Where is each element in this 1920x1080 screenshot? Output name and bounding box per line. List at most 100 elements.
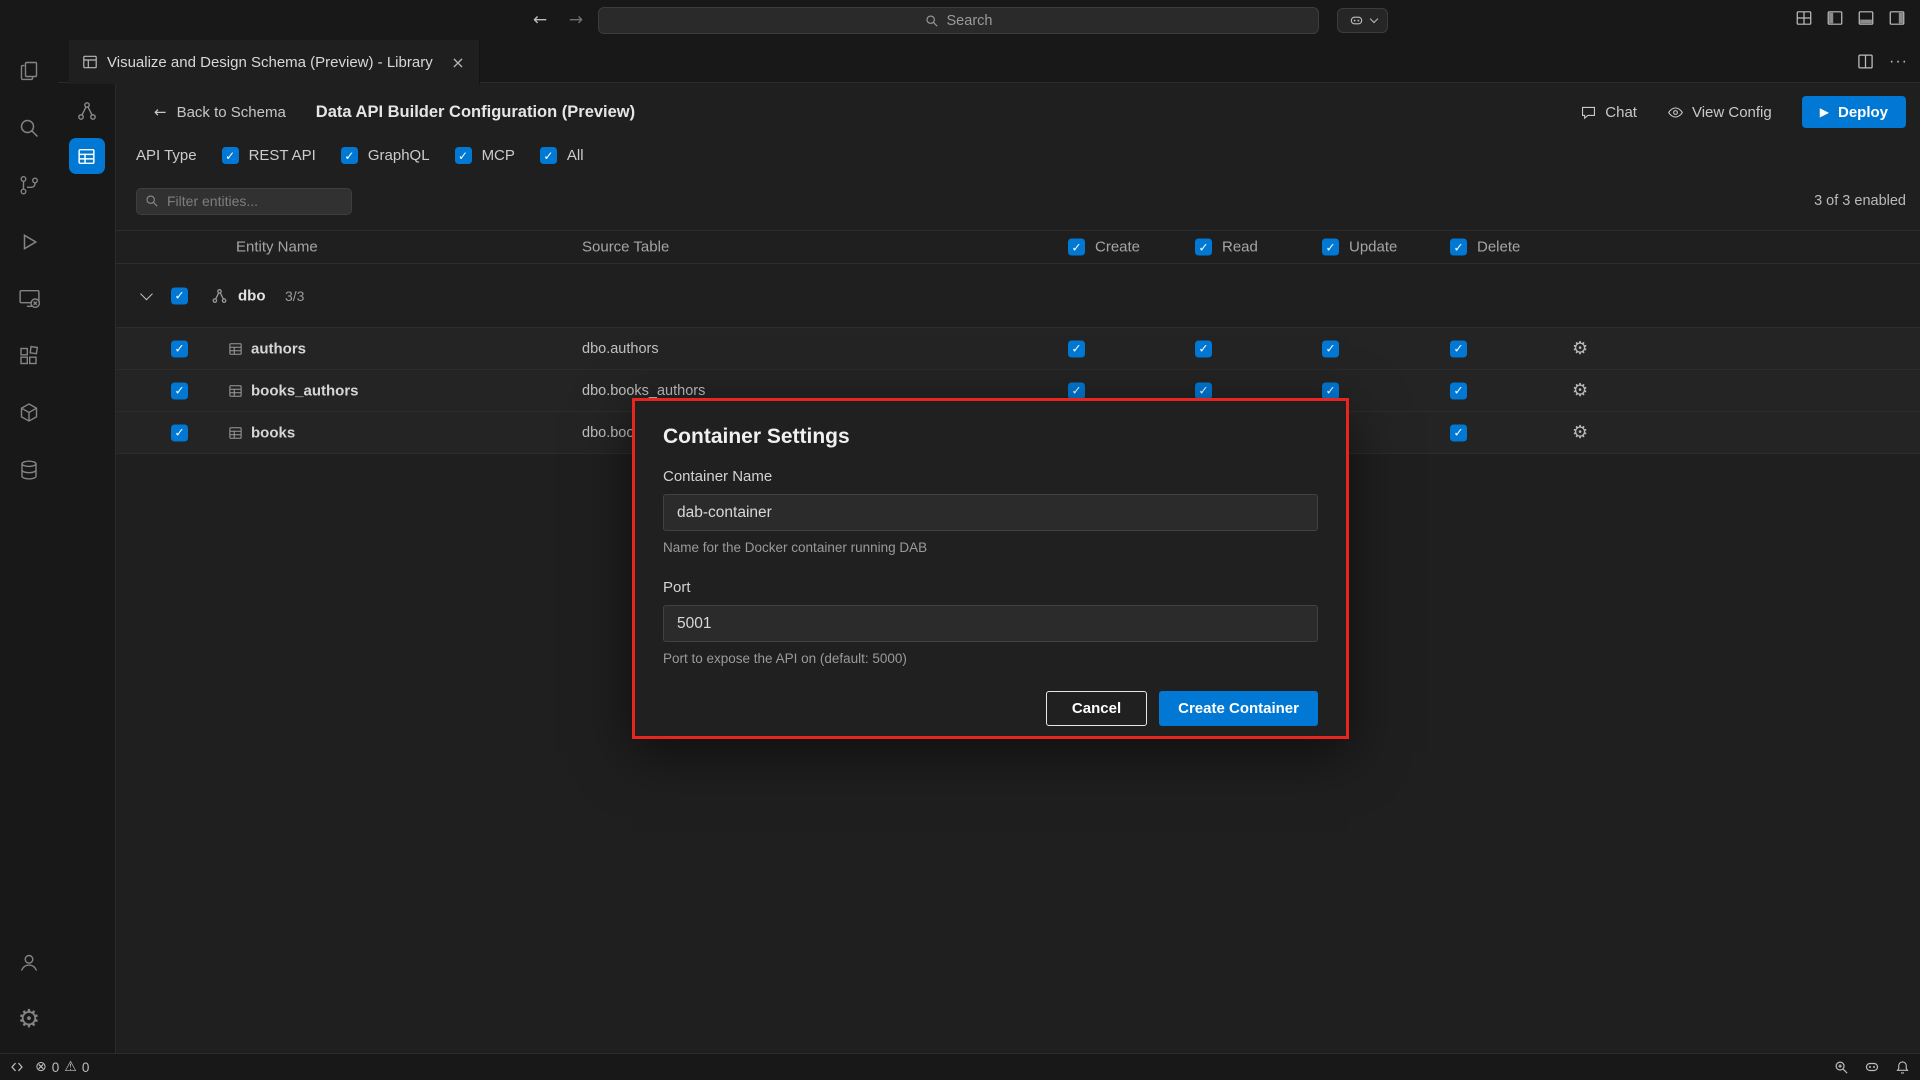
toggle-sidebar-right-icon[interactable] bbox=[1888, 9, 1906, 27]
update-checkbox[interactable] bbox=[1322, 340, 1339, 357]
remote-indicator[interactable] bbox=[10, 1060, 24, 1074]
delete-header-label: Delete bbox=[1477, 239, 1520, 256]
command-center-search[interactable]: Search bbox=[598, 7, 1319, 34]
graphql-checkbox[interactable] bbox=[341, 147, 358, 164]
search-icon bbox=[925, 14, 939, 28]
view-config-button[interactable]: View Config bbox=[1667, 104, 1772, 121]
read-checkbox[interactable] bbox=[1195, 382, 1212, 399]
container-settings-dialog: Container Settings Container Name Name f… bbox=[632, 398, 1349, 739]
row-settings-gear-icon[interactable]: ⚙ bbox=[1572, 340, 1588, 358]
chat-label: Chat bbox=[1605, 104, 1637, 121]
group-checkbox[interactable] bbox=[171, 287, 188, 304]
group-name: dbo bbox=[238, 287, 266, 304]
source-control-icon[interactable] bbox=[0, 156, 58, 213]
explorer-icon[interactable] bbox=[0, 42, 58, 99]
filter-row: 3 of 3 enabled bbox=[136, 187, 1906, 215]
toggle-panel-icon[interactable] bbox=[1857, 9, 1875, 27]
create-checkbox[interactable] bbox=[1068, 382, 1085, 399]
extensions-icon[interactable] bbox=[0, 327, 58, 384]
deploy-button[interactable]: ▶ Deploy bbox=[1802, 96, 1906, 128]
dab-config-view-icon[interactable] bbox=[69, 138, 105, 174]
table-row-authors: authors dbo.authors ⚙ bbox=[116, 328, 1920, 370]
row-checkbox[interactable] bbox=[171, 340, 188, 357]
eye-icon bbox=[1667, 104, 1684, 121]
cancel-button[interactable]: Cancel bbox=[1046, 691, 1147, 726]
error-icon: ⊗ bbox=[35, 1060, 47, 1074]
mcp-checkbox[interactable] bbox=[455, 147, 472, 164]
copilot-status-icon[interactable] bbox=[1864, 1059, 1880, 1075]
source-table: dbo.authors bbox=[582, 341, 659, 357]
tab-title: Visualize and Design Schema (Preview) - … bbox=[107, 54, 433, 71]
more-actions-icon[interactable]: ··· bbox=[1889, 53, 1908, 71]
delete-all-checkbox[interactable] bbox=[1450, 239, 1467, 256]
create-checkbox[interactable] bbox=[1068, 340, 1085, 357]
row-settings-gear-icon[interactable]: ⚙ bbox=[1572, 424, 1588, 442]
extension-side-rail bbox=[58, 83, 116, 1053]
checkbox-mcp[interactable]: MCP bbox=[455, 147, 515, 164]
table-icon bbox=[228, 425, 243, 440]
remote-explorer-icon[interactable] bbox=[0, 270, 58, 327]
entity-name: books_authors bbox=[251, 382, 359, 399]
copilot-menu-button[interactable] bbox=[1337, 8, 1388, 33]
row-checkbox[interactable] bbox=[171, 424, 188, 441]
table-icon bbox=[228, 383, 243, 398]
database-projects-icon[interactable] bbox=[0, 441, 58, 498]
row-settings-gear-icon[interactable]: ⚙ bbox=[1572, 382, 1588, 400]
checkbox-graphql[interactable]: GraphQL bbox=[341, 147, 430, 164]
view-config-label: View Config bbox=[1692, 104, 1772, 121]
create-all-checkbox[interactable] bbox=[1068, 239, 1085, 256]
collapse-chevron-icon[interactable] bbox=[140, 287, 153, 300]
read-checkbox[interactable] bbox=[1195, 340, 1212, 357]
zoom-icon[interactable] bbox=[1834, 1060, 1849, 1075]
entity-name: authors bbox=[251, 340, 306, 357]
rest-api-checkbox[interactable] bbox=[222, 147, 239, 164]
checkbox-rest-api[interactable]: REST API bbox=[222, 147, 316, 164]
table-header: Entity Name Source Table Create Read Upd… bbox=[116, 230, 1920, 264]
update-header: Update bbox=[1322, 239, 1397, 256]
toggle-sidebar-left-icon[interactable] bbox=[1826, 9, 1844, 27]
checkbox-all[interactable]: All bbox=[540, 147, 584, 164]
layout-controls bbox=[1795, 9, 1906, 27]
back-to-schema-link[interactable]: ← Back to Schema bbox=[154, 103, 286, 121]
row-checkbox[interactable] bbox=[171, 382, 188, 399]
notifications-bell-icon[interactable] bbox=[1895, 1060, 1910, 1075]
read-header-label: Read bbox=[1222, 239, 1258, 256]
tab-visualize-design-schema[interactable]: Visualize and Design Schema (Preview) - … bbox=[69, 40, 480, 84]
update-checkbox[interactable] bbox=[1322, 382, 1339, 399]
customize-layout-icon[interactable] bbox=[1795, 9, 1813, 27]
problems-indicator[interactable]: ⊗ 0 ⚠ 0 bbox=[35, 1060, 89, 1075]
nav-back-button[interactable]: ← bbox=[527, 7, 553, 33]
filter-entities-input[interactable] bbox=[136, 188, 352, 215]
page-header: ← Back to Schema Data API Builder Config… bbox=[154, 95, 1906, 129]
tab-close-icon[interactable]: × bbox=[447, 51, 469, 73]
play-icon: ▶ bbox=[1820, 105, 1829, 119]
delete-checkbox[interactable] bbox=[1450, 424, 1467, 441]
source-table: dbo.books_authors bbox=[582, 383, 705, 399]
run-debug-icon[interactable] bbox=[0, 213, 58, 270]
account-icon[interactable] bbox=[0, 933, 58, 990]
api-type-row: API Type REST API GraphQL MCP All bbox=[136, 147, 584, 164]
container-name-label: Container Name bbox=[663, 468, 1318, 485]
search-sidebar-icon[interactable] bbox=[0, 99, 58, 156]
settings-gear-icon[interactable]: ⚙ bbox=[0, 990, 58, 1047]
create-container-button[interactable]: Create Container bbox=[1159, 691, 1318, 726]
read-all-checkbox[interactable] bbox=[1195, 239, 1212, 256]
containers-icon[interactable] bbox=[0, 384, 58, 441]
page-title: Data API Builder Configuration (Preview) bbox=[316, 103, 635, 122]
chat-button[interactable]: Chat bbox=[1580, 104, 1637, 121]
schema-designer-icon bbox=[82, 54, 98, 70]
port-field-group: Port Port to expose the API on (default:… bbox=[663, 579, 1318, 666]
delete-checkbox[interactable] bbox=[1450, 382, 1467, 399]
schema-view-icon[interactable] bbox=[69, 93, 105, 129]
delete-checkbox[interactable] bbox=[1450, 340, 1467, 357]
chat-icon bbox=[1580, 104, 1597, 121]
split-editor-icon[interactable] bbox=[1857, 53, 1874, 70]
container-name-input[interactable] bbox=[663, 494, 1318, 531]
arrow-left-icon: ← bbox=[154, 103, 167, 121]
nav-forward-button[interactable]: → bbox=[563, 7, 589, 33]
update-all-checkbox[interactable] bbox=[1322, 239, 1339, 256]
header-actions: Chat View Config ▶ Deploy bbox=[1580, 96, 1906, 128]
delete-header: Delete bbox=[1450, 239, 1520, 256]
port-input[interactable] bbox=[663, 605, 1318, 642]
all-checkbox[interactable] bbox=[540, 147, 557, 164]
